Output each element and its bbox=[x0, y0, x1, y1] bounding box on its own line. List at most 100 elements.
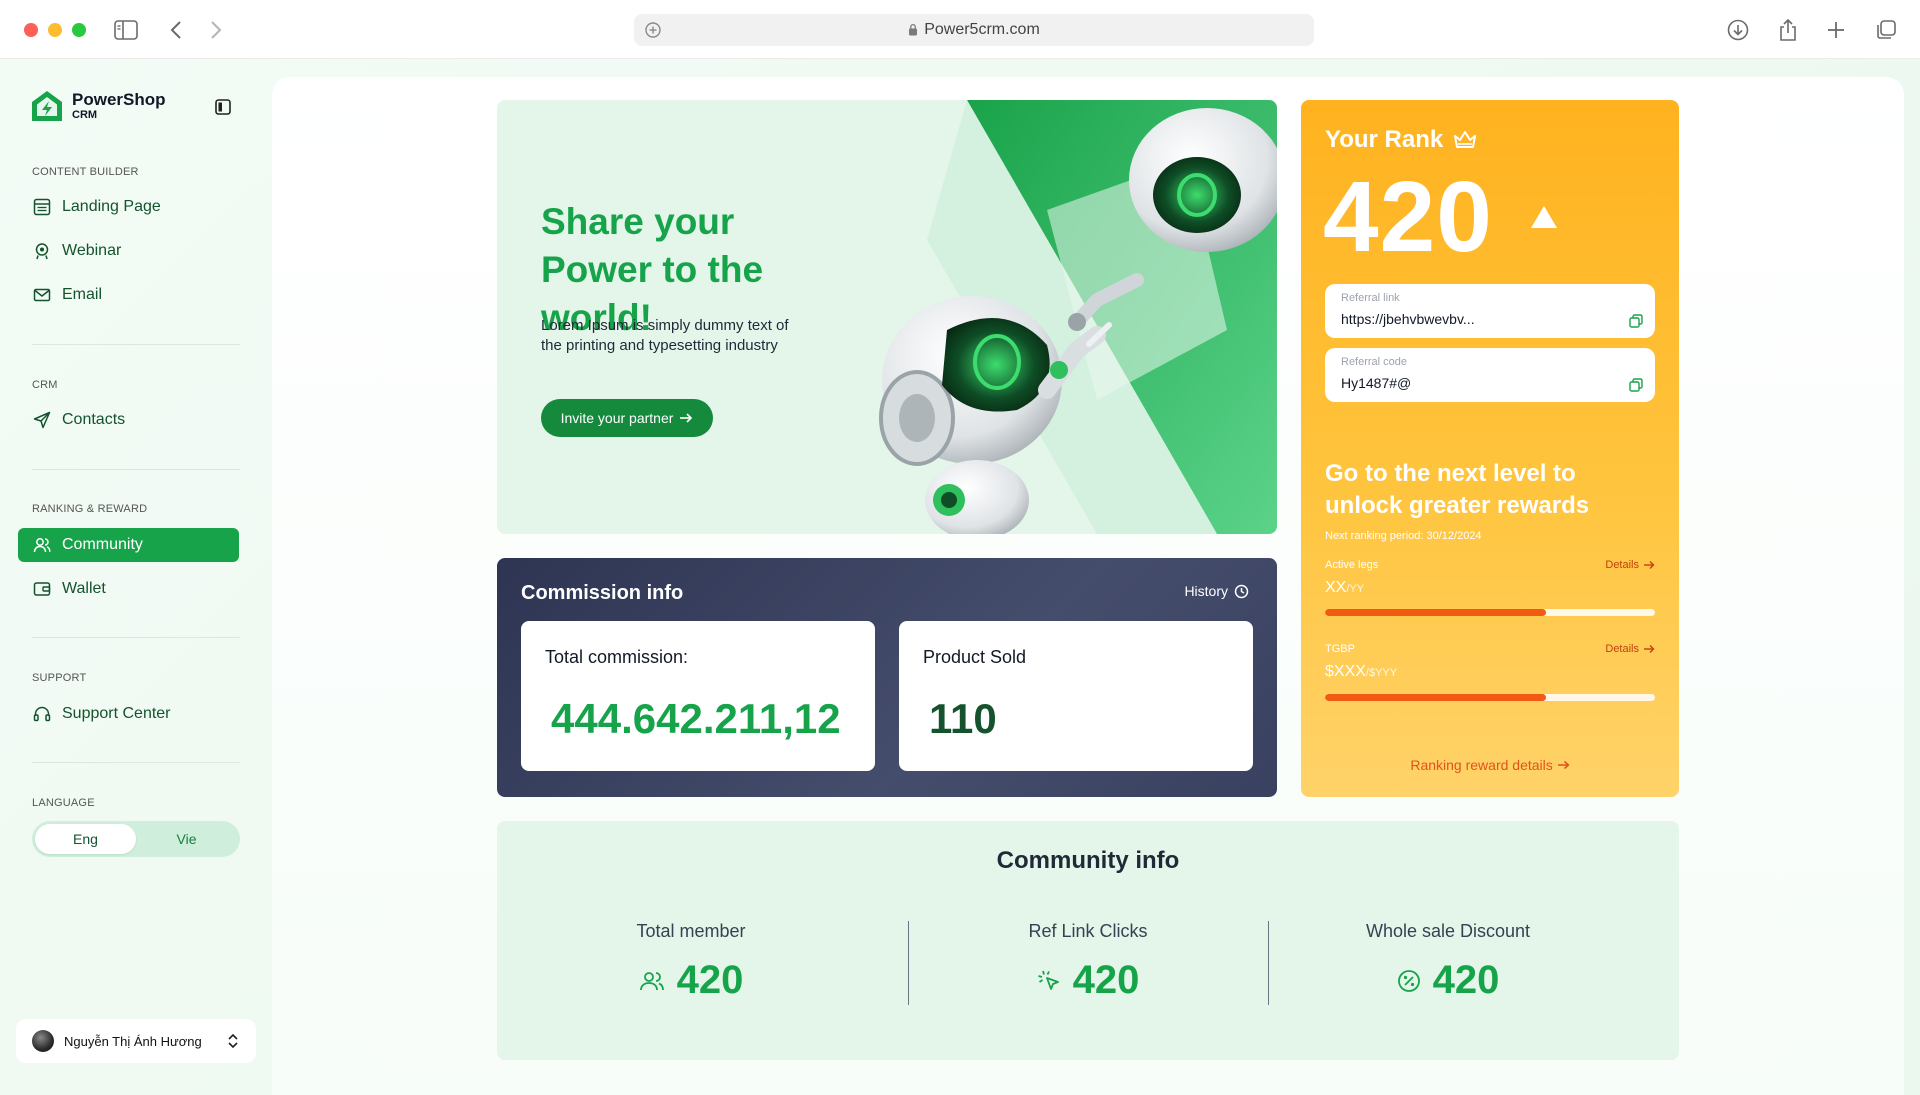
arrow-right-icon bbox=[1557, 760, 1570, 770]
commission-panel: Commission info History Total commission… bbox=[497, 558, 1277, 797]
copy-icon[interactable] bbox=[1629, 314, 1643, 328]
referral-link-field[interactable]: Referral link https://jbehvbwevbv... bbox=[1325, 284, 1655, 338]
headset-icon bbox=[32, 704, 52, 724]
referral-code-field[interactable]: Referral code Hy1487#@ bbox=[1325, 348, 1655, 402]
language-option-vie[interactable]: Vie bbox=[136, 824, 237, 854]
user-name: Nguyễn Thị Ánh Hương bbox=[64, 1033, 202, 1049]
avatar bbox=[32, 1030, 54, 1052]
stat-value: 420 bbox=[1432, 958, 1500, 1002]
sidebar-item-label: Support Center bbox=[62, 705, 171, 722]
forward-icon[interactable] bbox=[204, 18, 228, 42]
rank-title: Your Rank bbox=[1325, 126, 1444, 153]
invite-partner-button[interactable]: Invite your partner bbox=[541, 399, 713, 437]
ranking-reward-details-link[interactable]: Ranking reward details bbox=[1301, 757, 1679, 773]
stat-ref-link-clicks: Ref Link Clicks 420 bbox=[908, 921, 1268, 1003]
click-icon bbox=[1037, 970, 1059, 990]
sidebar-item-contacts[interactable]: Contacts bbox=[18, 403, 239, 437]
sidebar-item-label: Contacts bbox=[62, 411, 126, 428]
share-icon[interactable] bbox=[1776, 18, 1800, 42]
sidebar-item-support-center[interactable]: Support Center bbox=[18, 697, 239, 731]
tab-overview-icon[interactable] bbox=[1874, 18, 1898, 42]
wallet-icon bbox=[32, 579, 52, 599]
total-commission-label: Total commission: bbox=[545, 647, 689, 667]
sidebar-item-label: Wallet bbox=[62, 580, 106, 597]
sidebar-item-wallet[interactable]: Wallet bbox=[18, 572, 239, 606]
sidebar-item-email[interactable]: Email bbox=[18, 278, 239, 312]
copy-icon[interactable] bbox=[1629, 378, 1643, 392]
lock-icon bbox=[909, 23, 918, 36]
users-icon bbox=[32, 535, 52, 555]
sidebar-item-landing-page[interactable]: Landing Page bbox=[18, 190, 239, 224]
active-legs-value: XX/YY bbox=[1325, 579, 1364, 597]
arrow-right-icon bbox=[1644, 645, 1655, 653]
sidebar-divider bbox=[32, 344, 240, 345]
details-label: Details bbox=[1605, 559, 1639, 571]
sidebar-item-label: Community bbox=[62, 536, 143, 553]
history-link[interactable]: History bbox=[1184, 583, 1249, 599]
stat-label: Whole sale Discount bbox=[1365, 921, 1531, 941]
stat-label: Total member bbox=[636, 921, 746, 941]
stat-value: 420 bbox=[1072, 958, 1140, 1002]
commission-title: Commission info bbox=[521, 582, 684, 604]
url-text: Power5crm.com bbox=[924, 21, 1040, 38]
tgbp-label: TGBP bbox=[1325, 643, 1355, 655]
new-tab-icon[interactable] bbox=[1824, 18, 1848, 42]
community-panel: Community info Total member 420 Ref Link… bbox=[497, 821, 1679, 1060]
sidebar-divider bbox=[32, 637, 240, 638]
brand-title: PowerShop bbox=[72, 89, 166, 109]
product-sold-card: Product Sold 110 bbox=[899, 621, 1253, 771]
sidebar-item-label: Webinar bbox=[62, 242, 122, 259]
product-sold-value: 110 bbox=[929, 695, 997, 742]
active-legs-progress-fill bbox=[1325, 609, 1547, 616]
hero-description: Lorem Ipsum is simply dummy text of the … bbox=[541, 317, 789, 354]
community-title: Community info bbox=[996, 847, 1180, 874]
sidebar-item-label: Landing Page bbox=[62, 198, 161, 215]
sidebar-divider bbox=[32, 469, 240, 470]
referral-code-label: Referral code bbox=[1341, 356, 1408, 368]
section-label-language: LANGUAGE bbox=[32, 797, 95, 809]
active-legs-current: XX bbox=[1325, 579, 1347, 596]
rank-up-icon bbox=[1531, 206, 1557, 228]
section-label-support: SUPPORT bbox=[32, 672, 87, 684]
arrow-right-icon bbox=[680, 413, 693, 423]
rank-value: 420 bbox=[1323, 161, 1493, 273]
brand-subtitle: CRM bbox=[72, 108, 98, 121]
percent-icon bbox=[1397, 969, 1420, 992]
downloads-icon[interactable] bbox=[1726, 18, 1750, 42]
url-display: Power5crm.com bbox=[634, 14, 1314, 46]
ranking-reward-label: Ranking reward details bbox=[1410, 757, 1553, 773]
section-label-ranking-reward: RANKING & REWARD bbox=[32, 503, 148, 515]
sidebar-divider bbox=[32, 762, 240, 763]
referral-link-value: https://jbehvbwevbv... bbox=[1341, 311, 1475, 327]
section-label-crm: CRM bbox=[32, 379, 58, 391]
sidebar-item-webinar[interactable]: Webinar bbox=[18, 234, 239, 268]
tgbp-value: $XXX/$YYY bbox=[1325, 663, 1397, 681]
users-icon bbox=[639, 971, 664, 990]
user-switcher[interactable]: Nguyễn Thị Ánh Hương bbox=[16, 1019, 256, 1063]
language-toggle: Eng Vie bbox=[32, 821, 240, 857]
tgbp-progress-fill bbox=[1325, 694, 1547, 701]
maximize-window-button[interactable] bbox=[72, 23, 86, 37]
tgbp-details-link[interactable]: Details bbox=[1605, 643, 1655, 655]
invite-partner-label: Invite your partner bbox=[560, 410, 674, 426]
sidebar-item-community[interactable]: Community bbox=[18, 528, 239, 562]
history-icon bbox=[1234, 584, 1249, 598]
active-legs-details-link[interactable]: Details bbox=[1605, 559, 1655, 571]
section-label-content-builder: CONTENT BUILDER bbox=[32, 166, 139, 178]
sidebar-toggle-icon[interactable] bbox=[114, 18, 138, 42]
rank-card: Your Rank 420 Referral link https://jbeh… bbox=[1301, 100, 1679, 797]
stat-total-member: Total member 420 bbox=[511, 921, 871, 1003]
close-window-button[interactable] bbox=[24, 23, 38, 37]
product-sold-label: Product Sold bbox=[923, 647, 1027, 667]
crown-icon bbox=[1454, 131, 1477, 148]
address-bar[interactable]: Power5crm.com bbox=[634, 14, 1314, 46]
back-icon[interactable] bbox=[164, 18, 188, 42]
mail-icon bbox=[32, 285, 52, 305]
robot-illustration bbox=[879, 100, 1277, 534]
tgbp-target: /$YYY bbox=[1365, 667, 1398, 679]
referral-link-label: Referral link bbox=[1341, 292, 1400, 304]
brand-logo[interactable]: PowerShop CRM bbox=[30, 89, 166, 123]
collapse-sidebar-icon[interactable] bbox=[213, 97, 233, 117]
minimize-window-button[interactable] bbox=[48, 23, 62, 37]
language-option-eng[interactable]: Eng bbox=[35, 824, 136, 854]
